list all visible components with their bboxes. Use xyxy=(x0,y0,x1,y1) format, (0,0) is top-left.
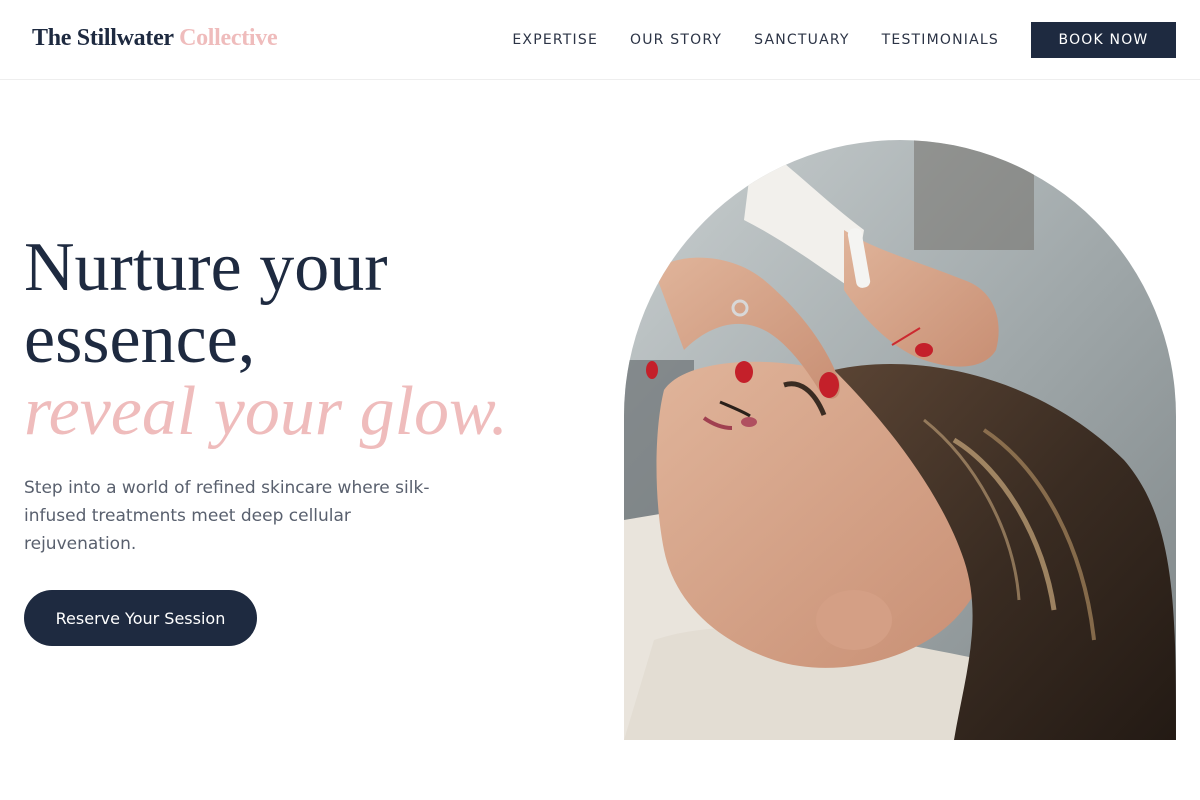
nav-sanctuary[interactable]: SANCTUARY xyxy=(754,32,850,48)
hero-title-line-2: essence, xyxy=(24,301,256,378)
hero-title-line-1: Nurture your xyxy=(24,229,388,306)
hero-description: Step into a world of refined skincare wh… xyxy=(24,478,430,554)
facial-treatment-photo xyxy=(624,140,1176,740)
hero-title: Nurture your essence, reveal your glow. xyxy=(24,232,584,448)
hero-title-accent: reveal your glow. xyxy=(24,373,509,450)
reserve-session-button[interactable]: Reserve Your Session xyxy=(24,590,257,646)
nav-testimonials[interactable]: TESTIMONIALS xyxy=(882,32,999,48)
hero-image xyxy=(624,140,1176,740)
main-nav: EXPERTISE OUR STORY SANCTUARY TESTIMONIA… xyxy=(512,22,1176,58)
site-header: The Stillwater Collective EXPERTISE OUR … xyxy=(0,0,1200,80)
brand-logo[interactable]: The Stillwater Collective xyxy=(32,25,278,52)
brand-primary: The Stillwater xyxy=(32,25,174,51)
book-now-button[interactable]: BOOK NOW xyxy=(1031,22,1176,58)
nav-expertise[interactable]: EXPERTISE xyxy=(512,32,598,48)
nav-our-story[interactable]: OUR STORY xyxy=(630,32,722,48)
brand-accent: Collective xyxy=(179,25,278,51)
